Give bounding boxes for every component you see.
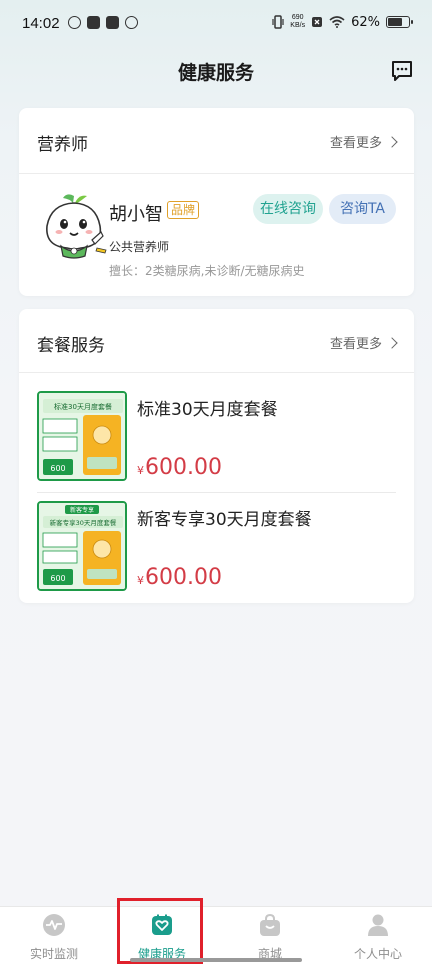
tab-label: 实时监测	[29, 947, 78, 961]
currency-symbol: ¥	[137, 574, 144, 587]
tab-label: 个人中心	[353, 947, 402, 961]
sim-icon	[312, 17, 323, 27]
net-speed-value: 690	[291, 14, 304, 21]
status-time: 14:02	[22, 15, 60, 32]
online-consult-button[interactable]: 在线咨询	[253, 194, 323, 224]
thumb-price: 600	[50, 574, 65, 583]
nutritionist-card: 营养师 查看更多 胡小智 品牌 在线咨询 咨询TA 公共营养师 擅长：2类糖尿病…	[19, 108, 414, 296]
nutritionist-card-header: 营养师 查看更多	[19, 108, 414, 174]
notification-settings-icon	[125, 16, 138, 29]
package-name: 新客专享30天月度套餐	[137, 510, 312, 530]
nutritionist-more-label: 查看更多	[329, 136, 382, 151]
package-thumbnail-art: 新客专享 新客专享30天月度套餐 600	[39, 503, 125, 589]
package-more-link[interactable]: 查看更多	[329, 333, 398, 352]
nutritionist-more-link[interactable]: 查看更多	[329, 132, 398, 151]
highlight-annotation-box	[117, 898, 203, 964]
package-item[interactable]: 标准30天月度套餐 600 标准30天月度套餐 ¥600.00	[37, 391, 396, 493]
nutritionist-specialty: 擅长：2类糖尿病,未诊断/无糖尿病史	[109, 264, 305, 278]
net-speed: 690 KB/s	[290, 14, 305, 30]
net-speed-unit: KB/s	[290, 22, 306, 29]
package-thumbnail: 新客专享 新客专享30天月度套餐 600	[37, 501, 127, 591]
package-price: ¥600.00	[137, 565, 222, 590]
package-item[interactable]: 新客专享 新客专享30天月度套餐 600 新客专享30天月度套餐 ¥600.00	[37, 501, 396, 603]
price-value: 600.00	[145, 565, 222, 590]
thumb-price: 600	[50, 464, 65, 473]
package-price: ¥600.00	[137, 455, 222, 480]
shopping-bag-icon	[260, 913, 280, 936]
thumb-title: 标准30天月度套餐	[54, 402, 112, 411]
tab-profile[interactable]: 个人中心	[324, 907, 432, 964]
brand-badge: 品牌	[167, 201, 200, 219]
person-icon	[368, 914, 388, 936]
status-bar: 14:02 690 KB/s 62%	[0, 0, 432, 50]
package-name: 标准30天月度套餐	[137, 400, 278, 420]
package-card-title: 套餐服务	[37, 336, 105, 356]
ask-ta-button[interactable]: 咨询TA	[329, 194, 396, 224]
thumb-badge: 新客专享	[70, 506, 94, 514]
package-card: 套餐服务 查看更多 标准30天月度套餐 600 标准30天月度套餐 ¥600.0…	[19, 309, 414, 603]
nutritionist-name: 胡小智	[109, 204, 163, 225]
wifi-icon	[329, 16, 345, 28]
home-indicator[interactable]	[130, 958, 302, 962]
currency-symbol: ¥	[137, 464, 144, 477]
message-icon[interactable]	[390, 59, 414, 83]
bottom-tab-bar: 实时监测 健康服务 商城 个人中心	[0, 906, 432, 964]
nutritionist-avatar[interactable]	[37, 190, 111, 264]
package-thumbnail: 标准30天月度套餐 600	[37, 391, 127, 481]
vibrate-icon	[272, 15, 284, 29]
tab-mall[interactable]: 商城	[216, 907, 324, 964]
thumb-title: 新客专享30天月度套餐	[50, 518, 117, 527]
battery-icon	[386, 16, 413, 28]
status-notification-icons	[68, 16, 138, 29]
pulse-icon	[43, 914, 65, 936]
price-value: 600.00	[145, 455, 222, 480]
notification-music-icon	[106, 16, 119, 29]
page-title: 健康服务	[177, 62, 254, 84]
nutritionist-role: 公共营养师	[109, 240, 170, 254]
battery-percent: 62%	[351, 14, 380, 30]
package-card-header: 套餐服务 查看更多	[19, 309, 414, 373]
chevron-right-icon	[386, 336, 398, 349]
notification-app-icon	[68, 16, 81, 29]
notification-box-icon	[87, 16, 100, 29]
tab-realtime-monitor[interactable]: 实时监测	[0, 907, 108, 964]
package-more-label: 查看更多	[329, 337, 382, 352]
status-right: 690 KB/s 62%	[272, 14, 413, 30]
nutritionist-card-title: 营养师	[37, 135, 88, 155]
chevron-right-icon	[386, 135, 398, 148]
package-thumbnail-art: 标准30天月度套餐 600	[39, 393, 125, 479]
